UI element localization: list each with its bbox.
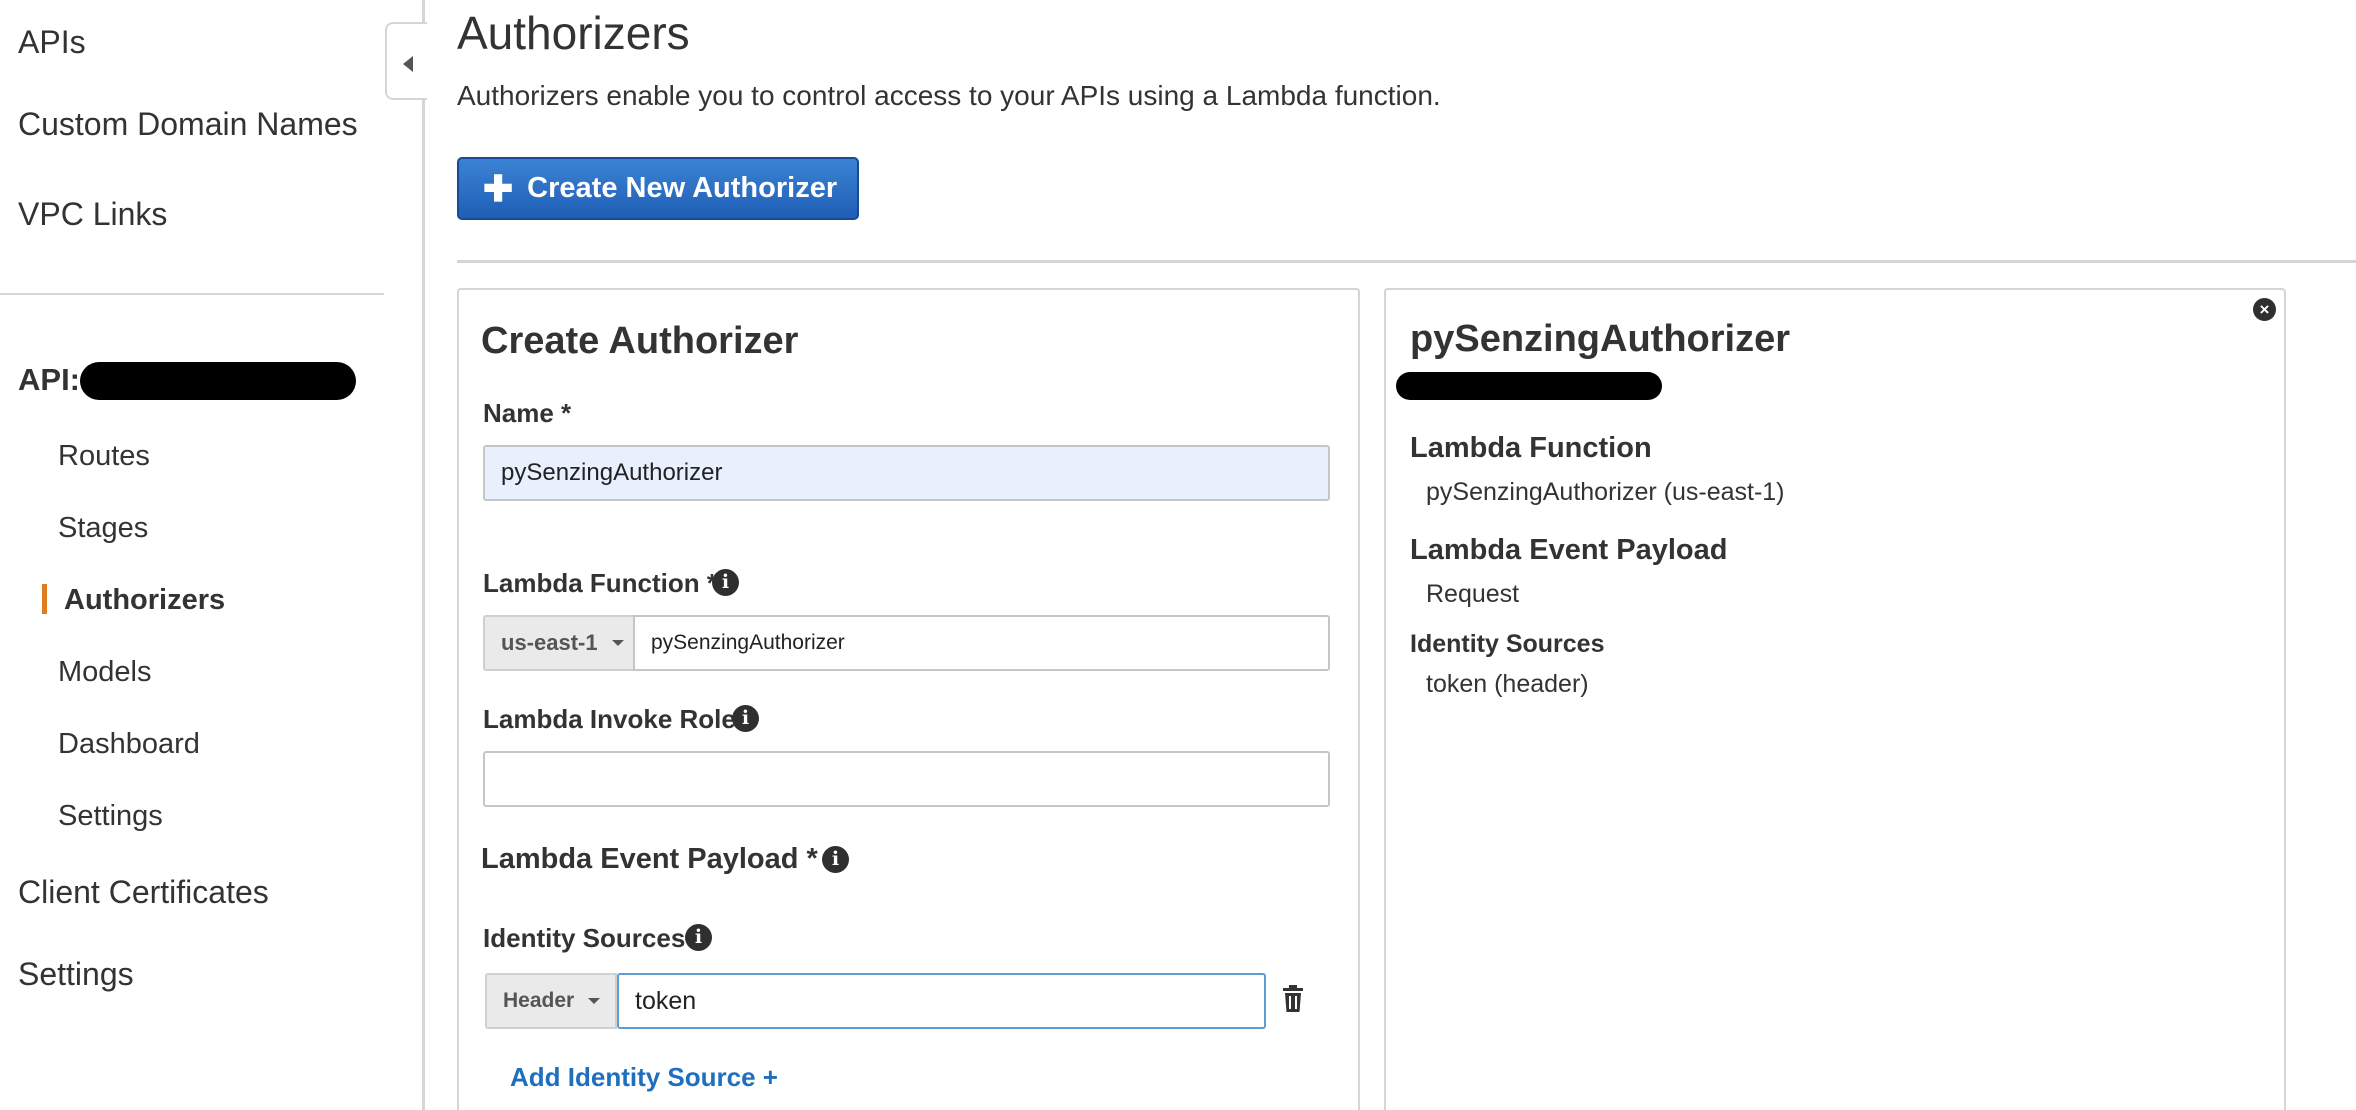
name-label: Name * bbox=[483, 398, 572, 428]
details-lambda-function-value: pySenzingAuthorizer (us-east-1) bbox=[1426, 478, 1785, 506]
sidebar-item-stages[interactable]: Stages bbox=[58, 512, 148, 545]
lambda-function-label: Lambda Function * bbox=[483, 568, 717, 598]
details-event-payload-value: Request bbox=[1426, 580, 1520, 608]
sidebar: APIs Custom Domain Names VPC Links API: … bbox=[0, 0, 425, 1110]
form-title: Create Authorizer bbox=[481, 320, 799, 362]
lambda-function-input[interactable]: pySenzingAuthorizer bbox=[633, 615, 1330, 671]
region-select[interactable]: us-east-1 bbox=[483, 615, 635, 671]
details-event-payload-heading: Lambda Event Payload bbox=[1410, 534, 1728, 566]
sidebar-item-routes[interactable]: Routes bbox=[58, 440, 150, 473]
chevron-left-icon bbox=[403, 56, 413, 72]
identity-source-input[interactable]: token bbox=[617, 973, 1266, 1029]
sidebar-item-models[interactable]: Models bbox=[58, 656, 152, 689]
page-title: Authorizers bbox=[457, 7, 690, 59]
close-icon[interactable]: × bbox=[2253, 298, 2276, 321]
name-input[interactable]: pySenzingAuthorizer bbox=[483, 445, 1330, 501]
info-icon[interactable]: i bbox=[685, 924, 712, 951]
page-description: Authorizers enable you to control access… bbox=[457, 80, 1441, 111]
redacted-authorizer-id bbox=[1396, 372, 1662, 400]
details-identity-sources-value: token (header) bbox=[1426, 670, 1589, 698]
invoke-role-input[interactable] bbox=[483, 751, 1330, 807]
create-new-authorizer-button[interactable]: ✚ Create New Authorizer bbox=[457, 157, 859, 220]
sidebar-link-custom-domain-names[interactable]: Custom Domain Names bbox=[18, 106, 358, 143]
sidebar-item-dashboard[interactable]: Dashboard bbox=[58, 728, 200, 761]
plus-icon: ✚ bbox=[483, 167, 514, 209]
identity-sources-label: Identity Sources bbox=[483, 923, 686, 953]
region-select-value: us-east-1 bbox=[501, 630, 598, 655]
info-icon[interactable]: i bbox=[822, 846, 849, 873]
create-button-label: Create New Authorizer bbox=[527, 172, 838, 204]
identity-source-type-value: Header bbox=[503, 989, 575, 1012]
invoke-role-label: Lambda Invoke Role bbox=[483, 704, 736, 734]
sidebar-item-settings[interactable]: Settings bbox=[58, 800, 163, 833]
identity-source-type-select[interactable]: Header bbox=[485, 973, 617, 1029]
info-icon[interactable]: i bbox=[712, 569, 739, 596]
active-indicator bbox=[42, 584, 47, 614]
sidebar-link-settings[interactable]: Settings bbox=[18, 956, 134, 993]
info-icon[interactable]: i bbox=[732, 705, 759, 732]
sidebar-link-client-certificates[interactable]: Client Certificates bbox=[18, 874, 269, 911]
sidebar-item-authorizers[interactable]: Authorizers bbox=[64, 584, 225, 617]
api-label: API: bbox=[18, 362, 80, 397]
authorizer-details-panel: × pySenzingAuthorizer Lambda Function py… bbox=[1384, 288, 2286, 1110]
details-identity-sources-heading: Identity Sources bbox=[1410, 630, 1605, 658]
details-lambda-function-heading: Lambda Function bbox=[1410, 432, 1652, 464]
sidebar-link-vpc-links[interactable]: VPC Links bbox=[18, 196, 167, 233]
trash-icon[interactable] bbox=[1281, 985, 1305, 1013]
sidebar-divider bbox=[0, 293, 384, 295]
collapse-sidebar-button[interactable] bbox=[385, 22, 427, 100]
header-divider bbox=[457, 260, 2356, 263]
redacted-api-name bbox=[80, 362, 356, 400]
create-authorizer-panel: Create Authorizer Name * pySenzingAuthor… bbox=[457, 288, 1360, 1110]
details-title: pySenzingAuthorizer bbox=[1410, 318, 1791, 360]
event-payload-label: Lambda Event Payload * bbox=[481, 843, 818, 875]
chevron-down-icon bbox=[611, 640, 624, 646]
chevron-down-icon bbox=[588, 998, 601, 1004]
sidebar-link-apis[interactable]: APIs bbox=[18, 24, 86, 61]
add-identity-source-link[interactable]: Add Identity Source + bbox=[510, 1062, 778, 1093]
